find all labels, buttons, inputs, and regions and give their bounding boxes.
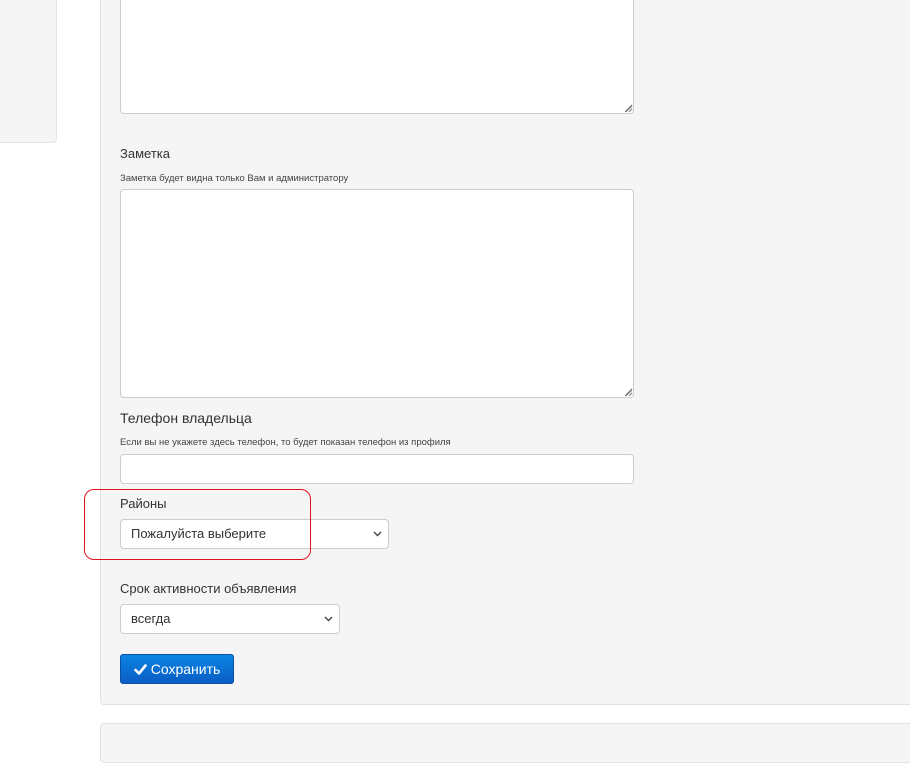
note-label: Заметка bbox=[120, 146, 170, 161]
owner-phone-input[interactable] bbox=[120, 454, 634, 484]
save-button-label: Сохранить bbox=[150, 661, 221, 677]
save-button[interactable]: Сохранить bbox=[120, 654, 234, 684]
listing-term-select[interactable]: всегда bbox=[120, 604, 340, 634]
note-hint: Заметка будет видна только Вам и админис… bbox=[120, 173, 349, 184]
districts-label: Районы bbox=[120, 496, 167, 511]
left-sidebar-panel bbox=[0, 0, 57, 143]
chevron-down-icon bbox=[324, 616, 333, 622]
districts-select[interactable]: Пожалуйста выберите bbox=[120, 519, 389, 549]
note-textarea[interactable] bbox=[120, 189, 634, 398]
districts-selected-value: Пожалуйста выберите bbox=[131, 526, 267, 541]
description-textarea[interactable] bbox=[120, 0, 634, 114]
listing-term-selected-value: всегда bbox=[131, 611, 171, 626]
chevron-down-icon bbox=[373, 531, 382, 537]
owner-phone-hint: Если вы не укажете здесь телефон, то буд… bbox=[120, 437, 451, 448]
listing-term-label: Срок активности объявления bbox=[120, 581, 297, 596]
next-section-panel bbox=[100, 723, 910, 763]
check-icon bbox=[133, 663, 147, 675]
owner-phone-label: Телефон владельца bbox=[120, 410, 252, 426]
